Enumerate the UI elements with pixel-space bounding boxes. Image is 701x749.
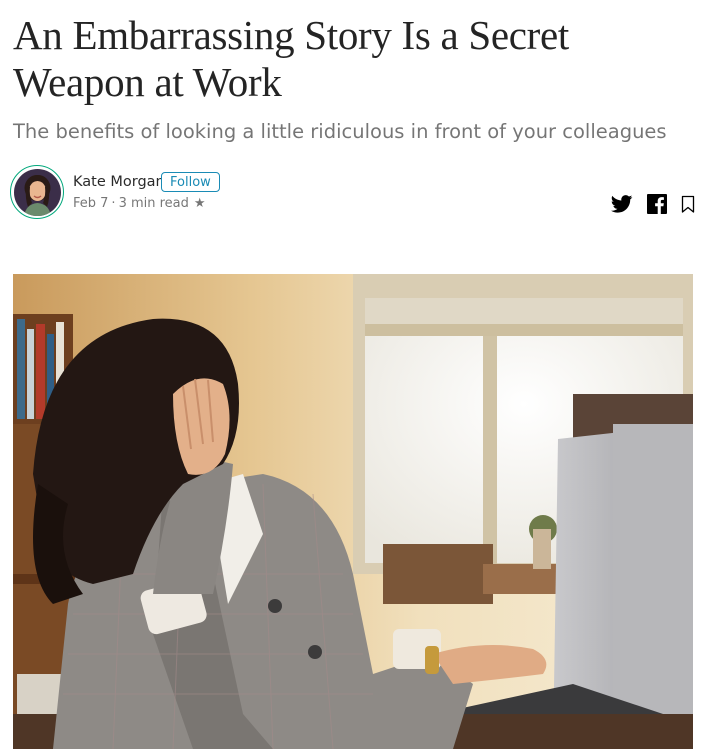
meta-separator: · [111,196,116,211]
twitter-bird-glyph [611,195,633,213]
bookmark-icon[interactable] [681,195,695,214]
share-bar [611,192,695,216]
article-meta: Feb 7 · 3 min read ★ [73,195,206,213]
author-avatar-link[interactable] [10,165,64,219]
woman-facepalm-at-laptop-illustration [13,274,693,749]
article-title: An Embarrassing Story Is a Secret Weapon… [13,12,569,105]
bookmark-glyph [681,195,695,213]
publish-date: Feb 7 [73,196,109,211]
read-time: 3 min read [118,196,189,211]
facebook-icon[interactable] [647,194,667,214]
author-name[interactable]: Kate Morgan [73,173,165,191]
byline: Kate Morgan Follow Feb 7 · 3 min read ★ [10,165,700,225]
follow-button[interactable]: Follow [161,172,220,192]
article-subtitle: The benefits of looking a little ridicul… [13,120,667,143]
avatar [13,168,61,216]
hero-image [13,274,693,749]
twitter-icon[interactable] [611,195,633,213]
facebook-f-glyph [647,194,667,214]
member-star-icon: ★ [193,196,206,211]
